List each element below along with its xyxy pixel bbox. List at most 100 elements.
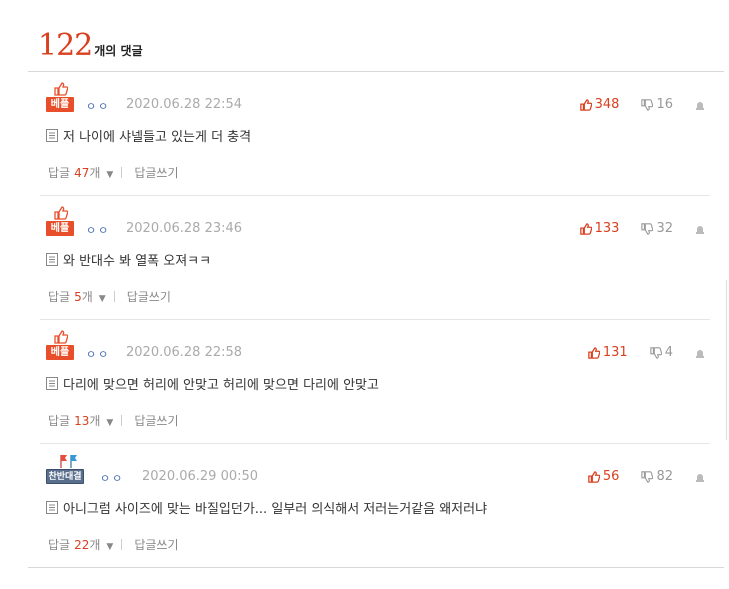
comment-text: 와 반대수 봐 열폭 오져ㅋㅋ bbox=[63, 254, 212, 269]
reply-toggle[interactable]: 답글 5개 ▼ bbox=[48, 288, 106, 305]
divider bbox=[121, 539, 123, 550]
report-button[interactable] bbox=[695, 224, 708, 234]
upvote-button[interactable]: 133 bbox=[579, 221, 620, 236]
report-button[interactable] bbox=[695, 472, 708, 482]
thumbs-up-icon bbox=[54, 206, 68, 220]
comment-text: 아니그럼 사이즈에 맞는 바질입던가... 일부러 의식해서 저러는거같음 왜저… bbox=[63, 502, 488, 517]
document-icon bbox=[46, 129, 58, 142]
comment-item: 베플 ㅇㅇ 2020.06.28 23:46 133 32 와 반대수 봐 열폭… bbox=[28, 196, 724, 320]
reply-toggle[interactable]: 답글 47개 ▼ bbox=[48, 164, 113, 181]
upvote-count: 131 bbox=[602, 345, 628, 360]
comment-divider bbox=[28, 567, 724, 568]
flags-icon bbox=[60, 455, 77, 468]
comment-date: 2020.06.28 22:58 bbox=[126, 345, 243, 360]
comments-header: 122 개의 댓글 bbox=[38, 28, 143, 63]
siren-icon bbox=[696, 349, 704, 358]
vote-group: 131 4 bbox=[588, 345, 708, 360]
reply-toggle[interactable]: 답글 13개 ▼ bbox=[48, 412, 113, 429]
vote-group: 348 16 bbox=[579, 97, 708, 112]
author-name[interactable]: ㅇㅇ bbox=[86, 222, 110, 238]
best-badge-label: 베플 bbox=[46, 221, 74, 236]
vote-group: 56 82 bbox=[588, 469, 708, 484]
downvote-button[interactable]: 32 bbox=[641, 221, 673, 236]
reply-label: 답글 bbox=[48, 414, 71, 428]
siren-icon bbox=[696, 225, 704, 234]
reply-label: 답글 bbox=[48, 166, 71, 180]
comment-content: 와 반대수 봐 열폭 오져ㅋㅋ bbox=[46, 250, 211, 269]
thumbs-up-icon bbox=[54, 330, 68, 344]
comment-date: 2020.06.29 00:50 bbox=[142, 469, 259, 484]
upvote-button[interactable]: 348 bbox=[579, 97, 620, 112]
caret-down-icon: ▼ bbox=[98, 294, 106, 304]
thumbs-up-icon bbox=[588, 470, 600, 483]
downvote-count: 82 bbox=[656, 469, 673, 484]
downvote-count: 32 bbox=[656, 221, 673, 236]
comment-text: 저 나이에 샤넬들고 있는게 더 충격 bbox=[63, 130, 252, 145]
comment-content: 저 나이에 샤넬들고 있는게 더 충격 bbox=[46, 126, 251, 145]
write-reply-button[interactable]: 답글쓰기 bbox=[134, 164, 178, 181]
best-badge: 베플 bbox=[46, 82, 76, 115]
best-badge-label: 베플 bbox=[46, 97, 74, 112]
document-icon bbox=[46, 501, 58, 514]
downvote-button[interactable]: 4 bbox=[650, 345, 673, 360]
reply-unit: 개 bbox=[89, 414, 101, 428]
downvote-button[interactable]: 82 bbox=[641, 469, 673, 484]
reply-count: 13 bbox=[74, 414, 90, 428]
comment-item: 베플 ㅇㅇ 2020.06.28 22:58 131 4 다리에 맞으면 허리에… bbox=[28, 320, 724, 444]
author-name[interactable]: ㅇㅇ bbox=[86, 98, 110, 114]
reply-count: 22 bbox=[74, 538, 90, 552]
report-button[interactable] bbox=[695, 348, 708, 358]
reply-unit: 개 bbox=[89, 166, 101, 180]
comment-item: 베플 ㅇㅇ 2020.06.28 22:54 348 16 저 나이에 샤넬들고… bbox=[28, 72, 724, 196]
upvote-count: 133 bbox=[594, 221, 620, 236]
comment-item: 찬반대결 ㅇㅇ 2020.06.29 00:50 56 82 아니그럼 사이즈에… bbox=[28, 444, 724, 568]
divider bbox=[113, 291, 115, 302]
document-icon bbox=[46, 377, 58, 390]
thumbs-up-icon bbox=[579, 222, 592, 235]
debate-badge: 찬반대결 bbox=[46, 454, 86, 487]
vote-group: 133 32 bbox=[579, 221, 708, 236]
report-button[interactable] bbox=[695, 100, 708, 110]
upvote-button[interactable]: 131 bbox=[588, 345, 628, 360]
downvote-button[interactable]: 16 bbox=[641, 97, 673, 112]
reply-bar: 답글 13개 ▼ 답글쓰기 bbox=[48, 412, 179, 429]
reply-toggle[interactable]: 답글 22개 ▼ bbox=[48, 536, 113, 553]
caret-down-icon: ▼ bbox=[106, 170, 114, 180]
thumbs-down-icon bbox=[641, 98, 654, 111]
write-reply-button[interactable]: 답글쓰기 bbox=[134, 412, 178, 429]
upvote-count: 56 bbox=[602, 469, 620, 484]
reply-bar: 답글 22개 ▼ 답글쓰기 bbox=[48, 536, 179, 553]
thumbs-up-icon bbox=[54, 82, 68, 96]
reply-unit: 개 bbox=[89, 538, 101, 552]
siren-icon bbox=[696, 101, 704, 110]
comment-content: 아니그럼 사이즈에 맞는 바질입던가... 일부러 의식해서 저러는거같음 왜저… bbox=[46, 498, 487, 517]
comment-count-suffix: 개의 댓글 bbox=[94, 44, 143, 58]
document-icon bbox=[46, 253, 58, 266]
comment-date: 2020.06.28 22:54 bbox=[126, 97, 243, 112]
reply-bar: 답글 5개 ▼ 답글쓰기 bbox=[48, 288, 171, 305]
reply-label: 답글 bbox=[48, 290, 71, 304]
comment-text: 다리에 맞으면 허리에 안맞고 허리에 맞으면 다리에 안맞고 bbox=[63, 378, 379, 393]
upvote-count: 348 bbox=[594, 97, 620, 112]
thumbs-down-icon bbox=[650, 346, 662, 359]
comment-count: 122 bbox=[38, 28, 93, 63]
thumbs-down-icon bbox=[641, 222, 654, 235]
downvote-count: 16 bbox=[656, 97, 673, 112]
thumbs-down-icon bbox=[641, 470, 654, 483]
downvote-count: 4 bbox=[664, 345, 673, 360]
best-badge: 베플 bbox=[46, 206, 76, 239]
upvote-button[interactable]: 56 bbox=[588, 469, 620, 484]
write-reply-button[interactable]: 답글쓰기 bbox=[127, 288, 171, 305]
caret-down-icon: ▼ bbox=[106, 542, 114, 552]
divider bbox=[121, 415, 123, 426]
debate-badge-label: 찬반대결 bbox=[46, 469, 84, 484]
thumbs-up-icon bbox=[579, 98, 592, 111]
comment-date: 2020.06.28 23:46 bbox=[126, 221, 243, 236]
author-name[interactable]: ㅇㅇ bbox=[86, 346, 110, 362]
thumbs-up-icon bbox=[588, 346, 600, 359]
write-reply-button[interactable]: 답글쓰기 bbox=[134, 536, 178, 553]
divider bbox=[121, 167, 123, 178]
comment-content: 다리에 맞으면 허리에 안맞고 허리에 맞으면 다리에 안맞고 bbox=[46, 374, 379, 393]
siren-icon bbox=[696, 473, 704, 482]
author-name[interactable]: ㅇㅇ bbox=[100, 470, 124, 486]
